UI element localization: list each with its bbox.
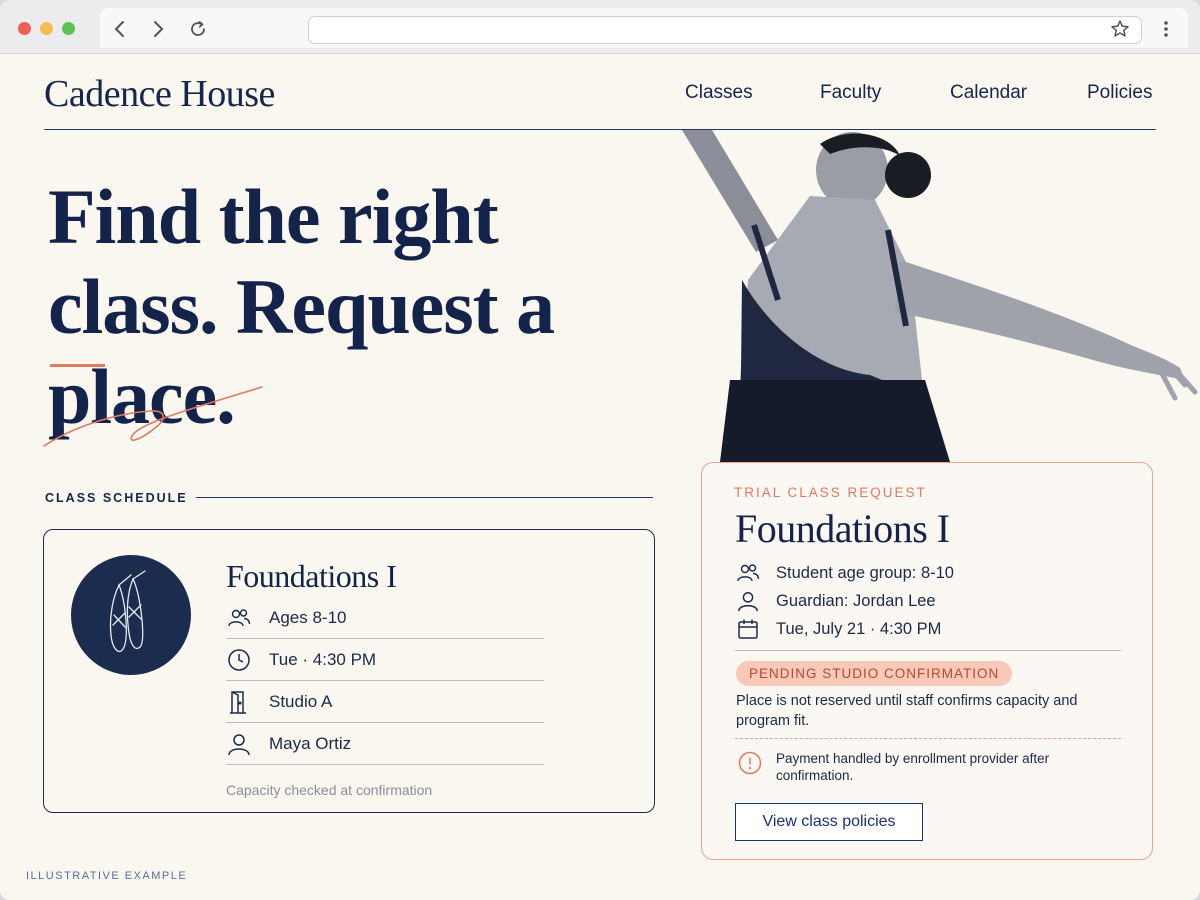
payment-note: Payment handled by enrollment provider a… bbox=[776, 751, 1050, 783]
illustrative-example-label: ILLUSTRATIVE EXAMPLE bbox=[26, 870, 188, 882]
maximize-window-button[interactable] bbox=[62, 22, 75, 35]
reservation-note: Place is not reserved until staff confir… bbox=[736, 693, 1078, 729]
trial-request-card: TRIAL CLASS REQUEST Foundations I Studen… bbox=[701, 462, 1153, 860]
hero-accent-rule bbox=[50, 364, 105, 367]
reload-button[interactable] bbox=[186, 17, 210, 41]
detail-studio-text: Studio A bbox=[269, 691, 333, 711]
class-title: Foundations I bbox=[226, 558, 397, 594]
detail-time-text: Tue · 4:30 PM bbox=[269, 649, 377, 669]
capacity-note: Capacity checked at confirmation bbox=[226, 782, 433, 798]
chevron-left-icon bbox=[114, 21, 124, 37]
request-dashed-divider bbox=[735, 738, 1121, 739]
person-icon bbox=[226, 731, 252, 757]
hero-headline-line-1: Find the right bbox=[48, 173, 499, 260]
request-date-text: Tue, July 21 · 4:30 PM bbox=[776, 619, 942, 638]
section-label-class-schedule: CLASS SCHEDULE bbox=[45, 491, 188, 505]
close-window-button[interactable] bbox=[18, 22, 31, 35]
detail-row-instructor: Maya Ortiz bbox=[226, 723, 544, 765]
address-bar[interactable] bbox=[308, 16, 1142, 44]
nav-link-classes[interactable]: Classes bbox=[685, 82, 753, 104]
calendar-icon bbox=[736, 617, 760, 641]
request-row-date: Tue, July 21 · 4:30 PM bbox=[736, 615, 941, 643]
person-icon bbox=[736, 589, 760, 613]
star-icon bbox=[1111, 20, 1129, 37]
ballet-shoes-icon bbox=[71, 555, 191, 675]
request-guardian-text: Guardian: Jordan Lee bbox=[776, 591, 936, 610]
detail-row-ages: Ages 8-10 bbox=[226, 597, 544, 639]
status-badge: PENDING STUDIO CONFIRMATION bbox=[736, 661, 1013, 686]
door-icon bbox=[226, 689, 252, 715]
detail-row-studio: Studio A bbox=[226, 681, 544, 723]
forward-button[interactable] bbox=[146, 17, 170, 41]
detail-row-time: Tue · 4:30 PM bbox=[226, 639, 544, 681]
section-divider bbox=[196, 497, 653, 498]
more-vertical-icon bbox=[1164, 21, 1168, 37]
decorative-swash bbox=[43, 386, 263, 447]
clock-icon bbox=[226, 647, 252, 673]
info-icon bbox=[738, 751, 762, 775]
page-content: Cadence House Classes Faculty Calendar P… bbox=[0, 54, 1200, 900]
reload-icon bbox=[191, 21, 205, 36]
nav-link-calendar[interactable]: Calendar bbox=[950, 82, 1027, 104]
site-logo[interactable]: Cadence House bbox=[44, 72, 275, 116]
request-divider bbox=[735, 650, 1121, 651]
class-card[interactable]: Foundations I Ages 8-10 Tue · 4:30 PM St… bbox=[43, 529, 655, 813]
detail-instructor-text: Maya Ortiz bbox=[269, 733, 352, 753]
request-title: Foundations I bbox=[735, 506, 950, 551]
dancer-photo bbox=[682, 130, 1198, 462]
people-icon bbox=[226, 605, 252, 631]
people-icon bbox=[736, 561, 760, 585]
nav-link-policies[interactable]: Policies bbox=[1087, 82, 1152, 104]
minimize-window-button[interactable] bbox=[40, 22, 53, 35]
request-age-group-text: Student age group: 8-10 bbox=[776, 563, 954, 582]
browser-menu-button[interactable] bbox=[1158, 17, 1174, 41]
browser-chrome bbox=[0, 0, 1200, 54]
back-button[interactable] bbox=[108, 17, 132, 41]
detail-ages-text: Ages 8-10 bbox=[269, 607, 347, 627]
chevron-right-icon bbox=[154, 21, 164, 37]
request-row-age-group: Student age group: 8-10 bbox=[736, 559, 954, 587]
nav-link-faculty[interactable]: Faculty bbox=[820, 82, 881, 104]
request-eyebrow: TRIAL CLASS REQUEST bbox=[734, 485, 927, 500]
browser-window: Cadence House Classes Faculty Calendar P… bbox=[0, 0, 1200, 900]
bookmark-star-button[interactable] bbox=[1110, 19, 1130, 44]
request-row-guardian: Guardian: Jordan Lee bbox=[736, 587, 936, 615]
view-class-policies-button[interactable]: View class policies bbox=[735, 803, 923, 841]
